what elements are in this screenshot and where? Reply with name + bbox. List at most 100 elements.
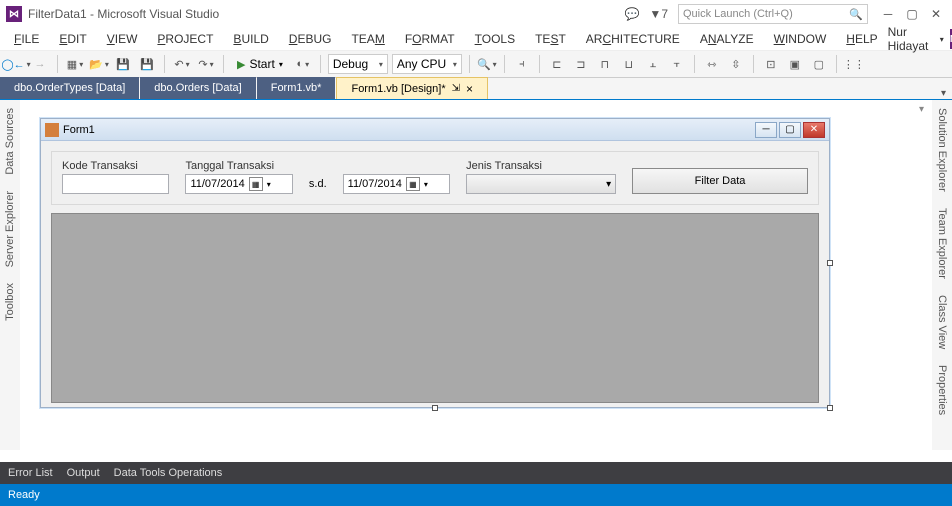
form1-titlebar: Form1 ─ ▢ ✕ <box>41 119 829 141</box>
jenis-combo[interactable]: ▾ <box>466 174 616 194</box>
align-bottoms-icon[interactable]: ⫟ <box>667 54 687 74</box>
menu-project[interactable]: PROJECT <box>147 30 223 48</box>
quick-launch-placeholder: Quick Launch (Ctrl+Q) <box>683 8 793 20</box>
statusbar: Ready <box>0 484 952 506</box>
user-name: Nur Hidayat <box>888 25 934 53</box>
size-to-grid-icon[interactable]: ⊡ <box>761 54 781 74</box>
data-grid[interactable] <box>51 213 819 403</box>
tab-order-icon[interactable]: ⋮⋮ <box>844 54 864 74</box>
sidetab-toolbox[interactable]: Toolbox <box>2 275 18 329</box>
tab-overflow-button[interactable]: ▾ <box>935 88 952 99</box>
label-jenis: Jenis Transaksi <box>466 160 616 172</box>
save-button[interactable]: 💾 <box>113 54 133 74</box>
resize-handle-corner[interactable] <box>827 405 833 411</box>
align-middles-icon[interactable]: ⫠ <box>643 54 663 74</box>
vs-logo-icon: ⋈ <box>6 6 22 22</box>
redo-button[interactable]: ↷ <box>196 54 216 74</box>
designer-tray-handle[interactable]: ▾ <box>919 104 924 115</box>
designer-surface[interactable]: ▾ Form1 ─ ▢ ✕ Kode Transaksi Tanggal Tra… <box>22 100 930 456</box>
filter-panel: Kode Transaksi Tanggal Transaksi 11/07/2… <box>51 151 819 205</box>
nav-forward-button[interactable]: → <box>30 54 50 74</box>
filter-data-button[interactable]: Filter Data <box>632 168 808 194</box>
quick-launch-input[interactable]: Quick Launch (Ctrl+Q) 🔍 <box>678 4 868 24</box>
sidetab-server-explorer[interactable]: Server Explorer <box>2 183 18 275</box>
menu-build[interactable]: BUILD <box>223 30 278 48</box>
minimize-button[interactable]: ─ <box>878 5 898 23</box>
align-centers-icon[interactable]: ⊐ <box>571 54 591 74</box>
notifications-flag[interactable]: ▼7 <box>649 7 668 21</box>
left-side-tabs: Data Sources Server Explorer Toolbox <box>0 100 20 450</box>
tab-form1-code[interactable]: Form1.vb* <box>257 77 336 99</box>
vspace-equal-icon[interactable]: ⇳ <box>726 54 746 74</box>
form1-window[interactable]: Form1 ─ ▢ ✕ Kode Transaksi Tanggal Trans… <box>40 118 830 408</box>
sidetab-properties[interactable]: Properties <box>934 357 950 423</box>
browser-select-button[interactable]: ◐ <box>293 54 313 74</box>
resize-handle-right[interactable] <box>827 260 833 266</box>
form-maximize-button[interactable]: ▢ <box>779 122 801 138</box>
sidetab-team-explorer[interactable]: Team Explorer <box>934 200 950 287</box>
nav-back-button[interactable]: ◯← <box>6 54 26 74</box>
play-icon: ▶ <box>237 58 245 71</box>
menu-architecture[interactable]: ARCHITECTURE <box>576 30 690 48</box>
send-back-icon[interactable]: ▢ <box>809 54 829 74</box>
resize-handle-bottom[interactable] <box>432 405 438 411</box>
tab-error-list[interactable]: Error List <box>8 467 53 479</box>
menu-format[interactable]: FORMAT <box>395 30 465 48</box>
form-icon <box>45 123 59 137</box>
sidetab-class-view[interactable]: Class View <box>934 287 950 357</box>
align-lefts-icon[interactable]: ⊏ <box>547 54 567 74</box>
calendar-icon: ▦ <box>249 177 263 191</box>
maximize-button[interactable]: ▢ <box>902 5 922 23</box>
align-tops-icon[interactable]: ⊔ <box>619 54 639 74</box>
tab-ordertypes[interactable]: dbo.OrderTypes [Data] <box>0 77 139 99</box>
undo-button[interactable]: ↶ <box>172 54 192 74</box>
calendar-icon: ▦ <box>406 177 420 191</box>
find-button[interactable]: 🔍 <box>477 54 497 74</box>
tab-output[interactable]: Output <box>67 467 100 479</box>
open-file-button[interactable]: 📂 <box>89 54 109 74</box>
menu-view[interactable]: VIEW <box>97 30 148 48</box>
menu-analyze[interactable]: ANALYZE <box>690 30 764 48</box>
date-to-input[interactable]: 11/07/2014 ▦▾ <box>343 174 450 194</box>
start-debug-button[interactable]: ▶ Start ▾ <box>231 54 289 74</box>
platform-combo[interactable]: Any CPU▾ <box>392 54 462 74</box>
menu-window[interactable]: WINDOW <box>764 30 837 48</box>
pin-icon[interactable]: ⇲ <box>452 83 460 94</box>
tab-form1-design[interactable]: Form1.vb [Design]* ⇲ × <box>336 77 488 99</box>
menu-help[interactable]: HELP <box>836 30 887 48</box>
menu-edit[interactable]: EDIT <box>49 30 96 48</box>
menu-test[interactable]: TEST <box>525 30 576 48</box>
new-project-button[interactable]: ▦ <box>65 54 85 74</box>
sidetab-solution-explorer[interactable]: Solution Explorer <box>934 100 950 200</box>
status-text: Ready <box>8 489 40 501</box>
feedback-icon[interactable]: 💬 <box>624 7 639 21</box>
close-button[interactable]: ✕ <box>926 5 946 23</box>
titlebar: ⋈ FilterData1 - Microsoft Visual Studio … <box>0 0 952 28</box>
user-menu[interactable]: Nur Hidayat ▾ NH <box>888 25 952 53</box>
align-rights-icon[interactable]: ⊓ <box>595 54 615 74</box>
tab-data-tools[interactable]: Data Tools Operations <box>114 467 223 479</box>
bottom-panel-tabs: Error List Output Data Tools Operations <box>0 462 952 484</box>
save-all-button[interactable]: 💾 <box>137 54 157 74</box>
align-left-icon[interactable]: ⫞ <box>512 54 532 74</box>
sidetab-data-sources[interactable]: Data Sources <box>2 100 18 183</box>
menu-file[interactable]: FILE <box>4 30 49 48</box>
label-sd: s.d. <box>309 178 327 194</box>
tab-close-icon[interactable]: × <box>466 82 473 96</box>
search-icon: 🔍 <box>849 8 863 21</box>
label-tanggal: Tanggal Transaksi <box>185 160 292 172</box>
menu-team[interactable]: TEAM <box>341 30 394 48</box>
hspace-equal-icon[interactable]: ⇿ <box>702 54 722 74</box>
menu-tools[interactable]: TOOLS <box>465 30 525 48</box>
bring-front-icon[interactable]: ▣ <box>785 54 805 74</box>
form-minimize-button[interactable]: ─ <box>755 122 777 138</box>
tab-orders[interactable]: dbo.Orders [Data] <box>140 77 255 99</box>
menu-debug[interactable]: DEBUG <box>279 30 342 48</box>
label-kode: Kode Transaksi <box>62 160 169 172</box>
config-combo[interactable]: Debug▾ <box>328 54 388 74</box>
right-side-tabs: Solution Explorer Team Explorer Class Vi… <box>932 100 952 450</box>
kode-input[interactable] <box>62 174 169 194</box>
form-close-button[interactable]: ✕ <box>803 122 825 138</box>
date-from-input[interactable]: 11/07/2014 ▦▾ <box>185 174 292 194</box>
form1-title: Form1 <box>63 124 95 136</box>
